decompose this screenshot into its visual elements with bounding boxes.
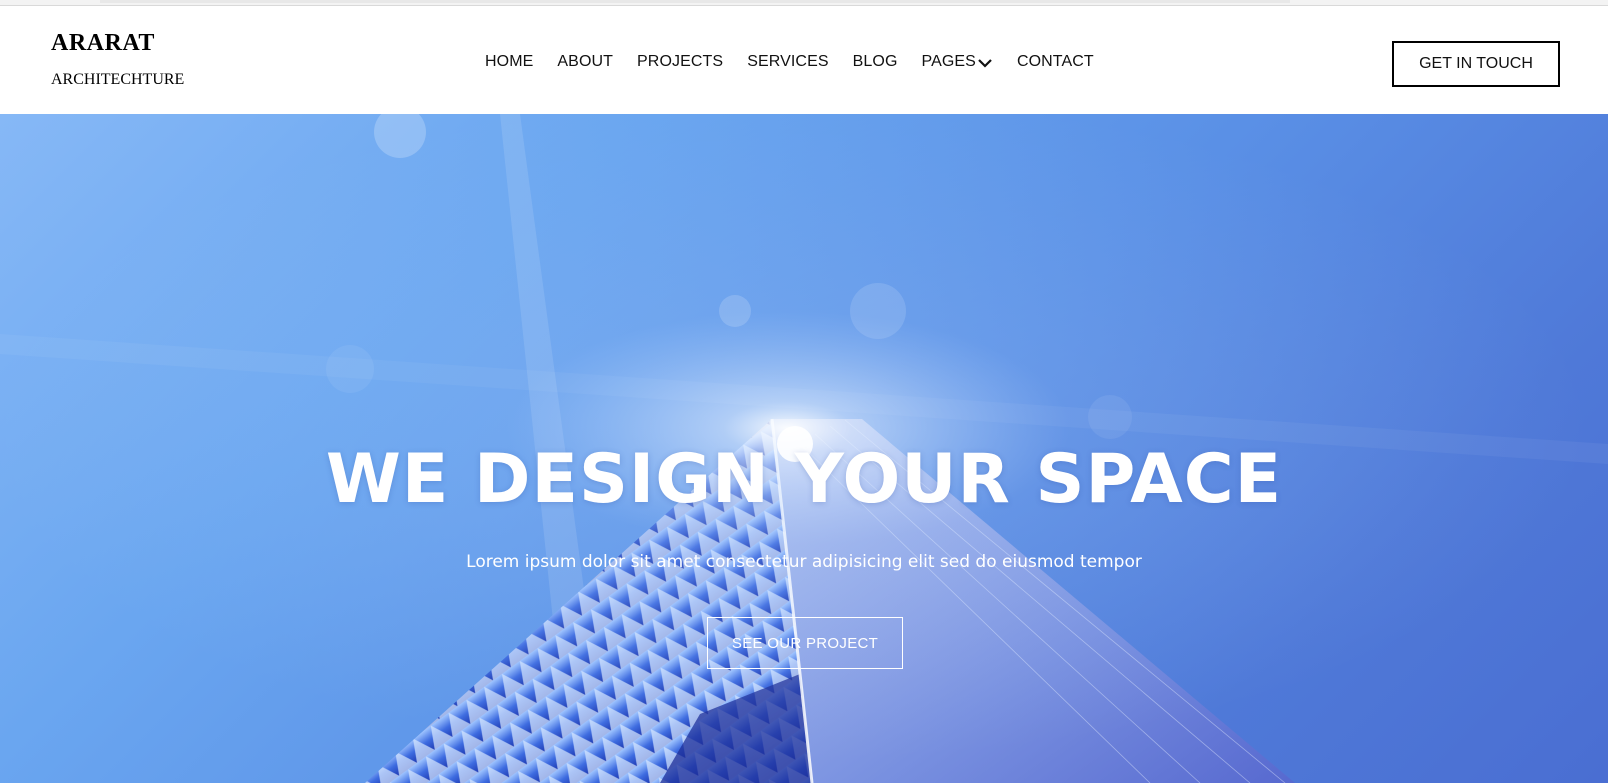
nav-projects[interactable]: PROJECTS	[637, 53, 723, 71]
main-nav: HOME ABOUT PROJECTS SERVICES BLOG PAGES …	[485, 53, 1094, 71]
get-in-touch-button[interactable]: GET IN TOUCH	[1392, 41, 1560, 87]
see-our-project-label: SEE OUR PROJECT	[731, 634, 879, 652]
nav-projects-label: PROJECTS	[637, 53, 724, 70]
site-header: ARARAT ARCHITECHTURE HOME ABOUT PROJECTS…	[0, 6, 1608, 114]
nav-blog[interactable]: BLOG	[853, 53, 898, 71]
brand-name: ARARAT	[51, 30, 155, 56]
nav-services[interactable]: SERVICES	[747, 53, 828, 71]
chevron-down-icon	[977, 56, 993, 68]
brand-tagline: ARCHITECHTURE	[51, 71, 185, 88]
nav-pages-label: PAGES	[921, 53, 976, 70]
browser-tab-edge	[100, 0, 1290, 3]
nav-home[interactable]: HOME	[485, 53, 533, 71]
hero-subtitle: Lorem ipsum dolor sit amet consectetur a…	[466, 552, 1142, 572]
brand-logo[interactable]: ARARAT ARCHITECHTURE	[51, 30, 184, 89]
nav-home-label: HOME	[485, 53, 534, 70]
see-our-project-button[interactable]: SEE OUR PROJECT	[707, 617, 903, 669]
nav-pages-dropdown[interactable]: PAGES	[922, 53, 993, 71]
hero-section: WE DESIGN YOUR SPACE Lorem ipsum dolor s…	[0, 114, 1608, 783]
hero-title: WE DESIGN YOUR SPACE	[325, 440, 1283, 519]
nav-services-label: SERVICES	[747, 53, 829, 70]
nav-blog-label: BLOG	[852, 53, 898, 70]
nav-about-label: ABOUT	[557, 53, 614, 70]
nav-about[interactable]: ABOUT	[557, 53, 613, 71]
nav-contact[interactable]: CONTACT	[1017, 53, 1094, 71]
nav-contact-label: CONTACT	[1016, 53, 1094, 70]
get-in-touch-label: GET IN TOUCH	[1419, 55, 1533, 72]
